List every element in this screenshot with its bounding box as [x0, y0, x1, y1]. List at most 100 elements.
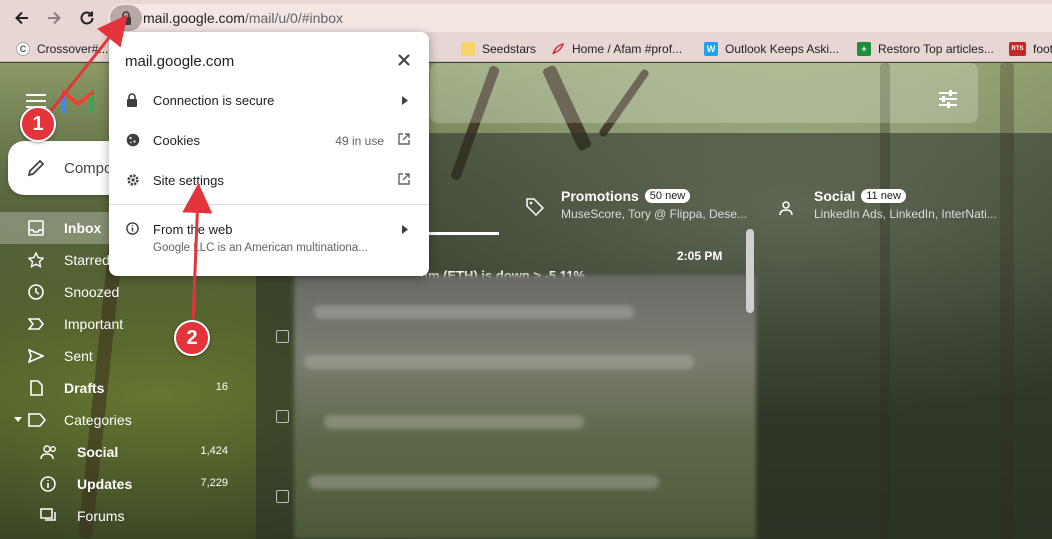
- bookmark-seedstars[interactable]: Seedstars: [461, 41, 536, 57]
- url-host: mail.google.com: [143, 10, 245, 26]
- nav-label: Forums: [77, 508, 125, 524]
- important-icon: [28, 318, 44, 330]
- tab-promotions[interactable]: Promotions 50 new MuseScore, Tory @ Flipp…: [526, 188, 747, 236]
- forward-button[interactable]: [43, 7, 65, 29]
- lock-icon: [121, 11, 131, 25]
- nav-label: Inbox: [64, 220, 102, 236]
- cookies-count: 49 in use: [335, 134, 384, 148]
- quill-icon: [551, 42, 565, 56]
- bookmark-label: foot: [1033, 42, 1052, 56]
- blurred-line: [314, 305, 634, 319]
- nav-updates[interactable]: Updates 7,229: [0, 468, 256, 500]
- step-2-callout: 2: [174, 320, 210, 356]
- nav-count: 1,424: [200, 445, 228, 457]
- arrow-left-icon: [15, 11, 28, 25]
- email-time: 2:05 PM: [677, 249, 723, 263]
- chevron-right-icon: [402, 96, 408, 105]
- nav-label: Snoozed: [64, 284, 120, 300]
- nav-categories[interactable]: Categories: [0, 404, 256, 436]
- info-icon: [40, 476, 56, 492]
- nav-label: Drafts: [64, 380, 105, 396]
- pencil-icon: [27, 159, 45, 177]
- caret-down-icon[interactable]: [14, 417, 22, 423]
- blurred-line: [324, 415, 584, 429]
- nav-sent[interactable]: Sent: [0, 340, 256, 372]
- bookmark-label: Outlook Keeps Aski...: [725, 42, 840, 56]
- nav-social[interactable]: Social 1,424: [0, 436, 256, 468]
- clock-icon: [28, 284, 44, 300]
- tab-senders: LinkedIn Ads, LinkedIn, InterNati...: [814, 207, 997, 221]
- inbox-icon: [28, 220, 44, 236]
- cookies-label: Cookies: [153, 133, 200, 148]
- email-checkbox[interactable]: [276, 410, 289, 423]
- external-link-icon: [398, 133, 410, 145]
- bookmark-label: Home / Afam #prof...: [572, 42, 683, 56]
- search-bar[interactable]: [430, 63, 978, 123]
- redacted-email-list: [294, 275, 756, 539]
- email-checkbox[interactable]: [276, 490, 289, 503]
- gmail-logo[interactable]: [60, 87, 96, 120]
- bookmark-label: Restoro Top articles...: [878, 42, 994, 56]
- mail-scrollbar[interactable]: [746, 229, 754, 313]
- step-1-callout: 1: [20, 106, 56, 142]
- tag-icon: [526, 198, 544, 216]
- nav-label: Social: [77, 444, 119, 460]
- sheets-icon: +: [857, 42, 871, 56]
- nav-label: Sent: [64, 348, 93, 364]
- bookmark-label: Seedstars: [482, 42, 537, 56]
- back-button[interactable]: [11, 7, 33, 29]
- gear-icon: [127, 174, 139, 186]
- bookmark-restoro[interactable]: + Restoro Top articles...: [857, 41, 994, 57]
- star-icon: [28, 252, 44, 268]
- from-web-description: Google LLC is an American multinationa..…: [153, 242, 368, 254]
- search-options-button[interactable]: [937, 89, 959, 114]
- browser-toolbar: mail.google.com/mail/u/0/#inbox: [0, 0, 1052, 35]
- tab-label: Social: [814, 188, 856, 204]
- w-icon: W: [704, 42, 718, 56]
- send-icon: [28, 348, 44, 364]
- bookmark-home-afam[interactable]: Home / Afam #prof...: [551, 41, 682, 57]
- lock-icon: [127, 93, 137, 107]
- bookmark-foot[interactable]: RTS foot: [1009, 41, 1052, 57]
- connection-secure-row[interactable]: Connection is secure: [109, 80, 429, 120]
- tab-senders: MuseScore, Tory @ Flippa, Dese...: [561, 207, 748, 221]
- nav-label: Updates: [77, 476, 133, 492]
- people-icon: [779, 201, 793, 216]
- nav-important[interactable]: Important: [0, 308, 256, 340]
- forum-icon: [40, 508, 56, 521]
- blurred-line: [304, 355, 694, 369]
- nav-label: Categories: [64, 412, 132, 428]
- nav-label: Important: [64, 316, 124, 332]
- nav-snoozed[interactable]: Snoozed: [0, 276, 256, 308]
- email-checkbox[interactable]: [276, 330, 289, 343]
- tune-icon: [939, 90, 957, 108]
- tab-label: Promotions: [561, 188, 639, 204]
- site-settings-row[interactable]: Site settings: [109, 160, 429, 200]
- tab-badge: 11 new: [861, 189, 906, 203]
- nav-drafts[interactable]: Drafts 16: [0, 372, 256, 404]
- tab-badge: 50 new: [644, 189, 691, 203]
- bookmark-outlook[interactable]: W Outlook Keeps Aski...: [704, 41, 839, 57]
- cookies-row[interactable]: Cookies 49 in use: [109, 120, 429, 160]
- connection-label: Connection is secure: [153, 93, 275, 108]
- nav-forums[interactable]: Forums: [0, 500, 256, 532]
- site-settings-label: Site settings: [153, 173, 224, 188]
- nav-count: 7,229: [200, 477, 228, 489]
- external-link-icon: [398, 173, 410, 185]
- draft-icon: [30, 380, 43, 396]
- reload-button[interactable]: [76, 7, 98, 29]
- chevron-right-icon: [402, 225, 408, 234]
- popup-close-button[interactable]: [398, 53, 410, 71]
- site-info-button[interactable]: [110, 5, 142, 31]
- nav-label: Starred: [64, 252, 110, 268]
- bookmark-label: Crossover#...: [37, 42, 109, 56]
- info-icon: [126, 222, 139, 235]
- tab-social[interactable]: Social 11 new LinkedIn Ads, LinkedIn, Int…: [779, 188, 997, 236]
- site-info-popup: mail.google.com Connection is secure Coo…: [109, 32, 429, 276]
- bookmark-crossover[interactable]: C Crossover#...: [16, 41, 108, 57]
- nav-count: 16: [215, 381, 228, 393]
- popup-divider: [109, 204, 429, 205]
- popup-host: mail.google.com: [125, 53, 235, 70]
- blurred-line: [309, 475, 659, 489]
- url-text[interactable]: mail.google.com/mail/u/0/#inbox: [143, 10, 343, 26]
